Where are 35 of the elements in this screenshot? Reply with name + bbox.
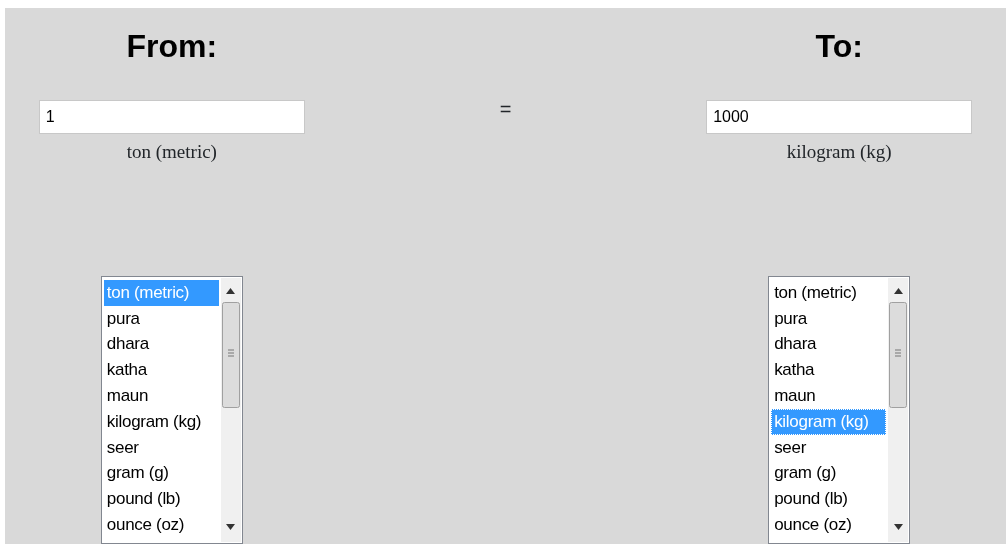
unit-label: ton (metric) <box>126 139 217 164</box>
scroll-up-icon[interactable] <box>893 287 903 294</box>
list-item[interactable]: seer <box>103 434 219 461</box>
list-item[interactable]: gram (g) <box>771 460 887 487</box>
unit-label: kilogram (kg) <box>786 139 892 164</box>
list-item[interactable]: kilogram (kg) <box>103 408 219 435</box>
list-item[interactable]: ounce (oz) <box>771 512 887 538</box>
list-item[interactable]: ounce (oz) <box>103 512 219 538</box>
value-field[interactable]: 1 <box>38 100 305 134</box>
list-item[interactable]: pound (lb) <box>103 486 219 512</box>
list-item[interactable]: dhara <box>771 331 887 358</box>
scroll-down-icon[interactable] <box>893 524 903 530</box>
unit-listbox[interactable]: ton (metric) pura dhara katha maun kilogram (kg) seer gram (g) pound (lb) ounce (oz) <box>768 275 911 544</box>
value-field[interactable]: 1000 <box>706 100 973 134</box>
list-item[interactable]: katha <box>771 357 887 383</box>
scroll-down-icon[interactable] <box>226 524 236 530</box>
scroll-thumb[interactable] <box>889 301 908 408</box>
list-item[interactable]: pound (lb) <box>771 486 887 512</box>
list-item[interactable]: gram (g) <box>103 460 219 487</box>
list-item[interactable]: katha <box>103 357 219 383</box>
list-item[interactable]: pura <box>103 305 219 332</box>
scroll-up-icon[interactable] <box>226 287 236 294</box>
list-item[interactable]: pura <box>771 305 887 332</box>
scrollbar[interactable] <box>888 277 909 542</box>
heading: To: <box>815 27 863 66</box>
scrollbar[interactable] <box>220 277 241 542</box>
heading: From: <box>126 27 218 66</box>
scroll-thumb[interactable] <box>221 301 240 408</box>
list-item[interactable]: dhara <box>103 331 219 358</box>
unit-listbox[interactable]: ton (metric) pura dhara katha maun kilogram (kg) seer gram (g) pound (lb) ounce (oz) <box>100 275 243 544</box>
list-item[interactable]: maun <box>771 383 887 409</box>
equals-sign: = <box>499 97 512 122</box>
list-item[interactable]: seer <box>771 434 887 461</box>
list-item[interactable]: ton (metric) <box>771 279 887 306</box>
list-item[interactable]: maun <box>103 383 219 409</box>
